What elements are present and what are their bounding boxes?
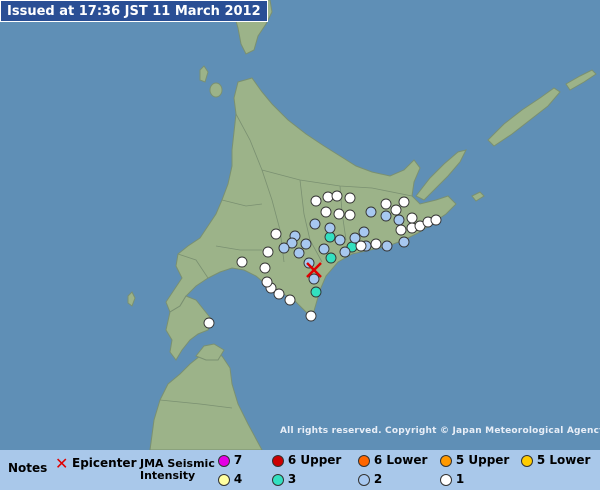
legend-item-7: 7 bbox=[218, 453, 242, 467]
legend-swatch-1 bbox=[440, 473, 452, 486]
legend-epicenter-label: Epicenter bbox=[72, 456, 137, 470]
legend-item-5-upper: 5 Upper bbox=[440, 453, 509, 467]
legend-notes-label: Notes bbox=[8, 461, 48, 475]
station-marker-intensity-2 bbox=[381, 240, 393, 252]
station-marker-intensity-2 bbox=[293, 247, 305, 259]
station-marker-intensity-1 bbox=[355, 240, 367, 252]
legend-item-1: 1 bbox=[440, 472, 464, 486]
station-marker-intensity-2 bbox=[334, 234, 346, 246]
station-marker-intensity-1 bbox=[430, 214, 442, 226]
landmass-rishiri bbox=[209, 82, 223, 98]
station-marker-intensity-2 bbox=[300, 238, 312, 250]
legend-intensity-title: JMA Seismic Intensity bbox=[140, 458, 215, 482]
legend-label-5-lower: 5 Lower bbox=[536, 453, 591, 467]
station-marker-intensity-1 bbox=[370, 238, 382, 250]
station-marker-intensity-1 bbox=[310, 195, 322, 207]
station-marker-intensity-2 bbox=[339, 246, 351, 258]
legend-item-2: 2 bbox=[358, 472, 382, 486]
station-marker-intensity-1 bbox=[203, 317, 215, 329]
station-marker-intensity-1 bbox=[270, 228, 282, 240]
legend-swatch-5-lower bbox=[521, 454, 533, 467]
legend-item-6-upper: 6 Upper bbox=[272, 453, 341, 467]
station-marker-intensity-1 bbox=[261, 276, 273, 288]
issued-timestamp: Issued at 17:36 JST 11 March 2012 bbox=[0, 0, 268, 22]
station-marker-intensity-1 bbox=[259, 262, 271, 274]
station-marker-intensity-1 bbox=[406, 212, 418, 224]
station-marker-intensity-2 bbox=[358, 226, 370, 238]
station-marker-intensity-1 bbox=[331, 190, 343, 202]
station-marker-intensity-2 bbox=[393, 214, 405, 226]
station-marker-intensity-1 bbox=[398, 196, 410, 208]
legend-swatch-5-upper bbox=[440, 454, 452, 467]
epicenter-icon: ✕ bbox=[55, 454, 69, 473]
station-marker-intensity-2 bbox=[308, 273, 320, 285]
station-marker-intensity-1 bbox=[284, 294, 296, 306]
station-marker-intensity-2 bbox=[365, 206, 377, 218]
station-marker-intensity-1 bbox=[344, 209, 356, 221]
station-marker-intensity-1 bbox=[395, 224, 407, 236]
legend-item-5-lower: 5 Lower bbox=[521, 453, 590, 467]
legend-label-1: 1 bbox=[455, 472, 465, 486]
station-marker-intensity-1 bbox=[322, 191, 334, 203]
station-marker-intensity-1 bbox=[273, 288, 285, 300]
station-marker-intensity-1 bbox=[333, 208, 345, 220]
station-marker-intensity-2 bbox=[324, 222, 336, 234]
station-marker-intensity-1 bbox=[380, 198, 392, 210]
legend-swatch-6-lower bbox=[358, 454, 370, 467]
station-marker-intensity-1 bbox=[236, 256, 248, 268]
station-marker-intensity-3 bbox=[325, 252, 337, 264]
copyright-notice: All rights reserved. Copyright © Japan M… bbox=[280, 426, 600, 436]
station-marker-intensity-3 bbox=[324, 231, 336, 243]
legend-label-7: 7 bbox=[233, 453, 243, 467]
station-marker-intensity-2 bbox=[380, 210, 392, 222]
map-canvas bbox=[0, 0, 600, 450]
station-marker-intensity-2 bbox=[398, 236, 410, 248]
legend-label-3: 3 bbox=[287, 472, 297, 486]
legend-swatch-3 bbox=[272, 473, 284, 486]
station-marker-intensity-1 bbox=[305, 310, 317, 322]
legend-label-6-upper: 6 Upper bbox=[287, 453, 342, 467]
legend-label-2: 2 bbox=[373, 472, 383, 486]
station-marker-intensity-1 bbox=[390, 204, 402, 216]
legend-item-6-lower: 6 Lower bbox=[358, 453, 427, 467]
legend-bar: Notes ✕ Epicenter JMA Seismic Intensity … bbox=[0, 450, 600, 490]
legend-item-4: 4 bbox=[218, 472, 242, 486]
legend-swatch-6-upper bbox=[272, 454, 284, 467]
station-marker-intensity-1 bbox=[344, 192, 356, 204]
station-marker-intensity-2 bbox=[318, 243, 330, 255]
legend-item-3: 3 bbox=[272, 472, 296, 486]
station-marker-intensity-2 bbox=[309, 218, 321, 230]
legend-label-5-upper: 5 Upper bbox=[455, 453, 510, 467]
station-marker-intensity-2 bbox=[278, 242, 290, 254]
legend-swatch-2 bbox=[358, 473, 370, 486]
legend-intensity-title-line2: Intensity bbox=[140, 469, 196, 482]
legend-label-6-lower: 6 Lower bbox=[373, 453, 428, 467]
legend-swatch-4 bbox=[218, 473, 230, 486]
legend-swatch-7 bbox=[218, 454, 230, 467]
legend-label-4: 4 bbox=[233, 472, 243, 486]
station-marker-intensity-3 bbox=[310, 286, 322, 298]
station-marker-intensity-1 bbox=[262, 246, 274, 258]
station-marker-intensity-1 bbox=[320, 206, 332, 218]
